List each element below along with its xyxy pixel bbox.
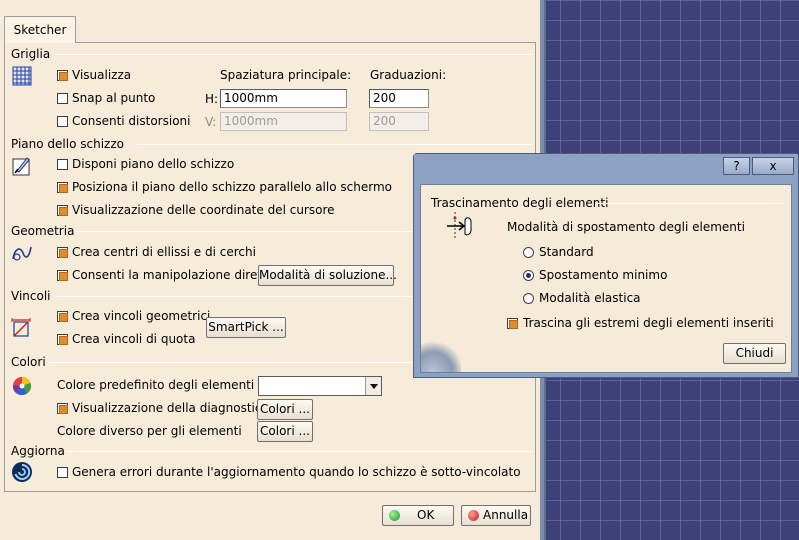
close-button[interactable]: x [752,157,794,175]
griglia-title: Griglia [11,47,51,61]
h-label: H: [205,92,219,106]
ok-label: OK [417,508,435,522]
distorsioni-checkbox[interactable] [57,116,68,127]
snap-label: Snap al punto [72,91,156,105]
color-wheel-icon [12,377,32,396]
dialog-titlebar[interactable]: ? x [414,154,798,178]
constraints-icon [11,318,31,337]
trascina-label: Trascina gli estremi degli elementi inse… [523,316,774,330]
section-divider [55,54,531,55]
v-spacing-input[interactable]: 1000mm [220,112,347,131]
section-divider [597,203,783,204]
corner-decoration [421,338,461,372]
modalita-soluzione-button[interactable]: Modalità di soluzione... [258,265,397,286]
centri-label: Crea centri di ellissi e di cerchi [72,245,256,259]
diagnostica-label: Visualizzazione della diagnostica [72,401,269,415]
manipolazione-checkbox[interactable] [57,270,68,281]
radio-standard-label: Standard [539,245,594,259]
vincoli-quota-checkbox[interactable] [57,334,68,345]
radio-spostamento-minimo-label: Spostamento minimo [539,268,668,282]
spaziatura-label: Spaziatura principale: [220,68,352,82]
radio-modalita-elastica-label: Modalità elastica [539,291,641,305]
drag-icon [447,212,472,238]
genera-errori-label: Genera errori durante l'aggiornamento qu… [72,465,521,479]
visualizza-label: Visualizza [72,68,132,82]
genera-errori-checkbox[interactable] [57,467,68,478]
h-graduations-input[interactable]: 200 [369,89,429,108]
sketch-plane-icon [12,157,30,176]
cancel-icon [468,510,479,521]
v-graduations-input[interactable]: 200 [369,112,429,131]
vincoli-title: Vincoli [11,289,51,303]
centri-checkbox[interactable] [57,247,68,258]
geometry-icon [12,246,32,261]
cancel-label: Annulla [483,508,529,522]
colore-diverso-label: Colore diverso per gli elementi [57,424,242,438]
chiudi-button[interactable]: Chiudi [723,343,786,364]
v-label: V: [205,115,217,129]
piano-title: Piano dello schizzo [11,137,124,151]
colori-button-diagnostica[interactable]: Colori ... [257,399,313,420]
manipolazione-label: Consenti la manipolazione diretta [72,268,275,282]
aggiorna-title: Aggiorna [11,444,65,458]
radio-spostamento-minimo[interactable] [523,270,534,281]
help-button[interactable]: ? [723,157,750,175]
posiziona-label: Posiziona il piano dello schizzo paralle… [72,180,392,194]
distorsioni-label: Consenti distorsioni [72,114,191,128]
posiziona-checkbox[interactable] [57,182,68,193]
cancel-button[interactable]: Annulla [461,505,531,526]
chevron-down-icon[interactable] [365,377,381,395]
geometria-title: Geometria [11,224,75,238]
graduazioni-label: Graduazioni: [370,68,447,82]
colori-button-elementi[interactable]: Colori ... [257,421,313,442]
trascina-checkbox[interactable] [507,318,518,329]
update-icon [12,462,32,482]
colori-title: Colori [11,355,46,369]
tab-sketcher[interactable]: Sketcher [4,16,76,43]
group-title: Trascinamento degli elementi [431,196,609,210]
grid-icon [12,66,32,86]
vincoli-geometrici-label: Crea vincoli geometrici [72,309,211,323]
disponi-label: Disponi piano dello schizzo [72,157,235,171]
radio-modalita-elastica[interactable] [523,293,534,304]
h-spacing-input[interactable]: 1000mm [220,89,347,108]
ok-button[interactable]: OK [382,505,454,526]
mode-title: Modalità di spostamento degli elementi [507,220,745,234]
radio-standard[interactable] [523,247,534,258]
coordinate-checkbox[interactable] [57,205,68,216]
default-color-select[interactable] [258,376,382,396]
snap-checkbox[interactable] [57,93,68,104]
disponi-checkbox[interactable] [57,159,68,170]
ok-icon [389,510,400,521]
vincoli-quota-label: Crea vincoli di quota [72,332,196,346]
dialog-body: Trascinamento degli elementi Modalità di… [420,184,792,373]
colore-predefinito-label: Colore predefinito degli elementi [57,378,255,392]
diagnostica-checkbox[interactable] [57,403,68,414]
visualizza-checkbox[interactable] [57,70,68,81]
coordinate-label: Visualizzazione delle coordinate del cur… [72,203,335,217]
section-divider [67,451,531,452]
drag-elements-dialog: ? x Trascinamento degli elementi Modalit… [413,153,799,378]
smartpick-button[interactable]: SmartPick ... [206,317,286,338]
section-divider [137,144,531,145]
vincoli-geometrici-checkbox[interactable] [57,311,68,322]
